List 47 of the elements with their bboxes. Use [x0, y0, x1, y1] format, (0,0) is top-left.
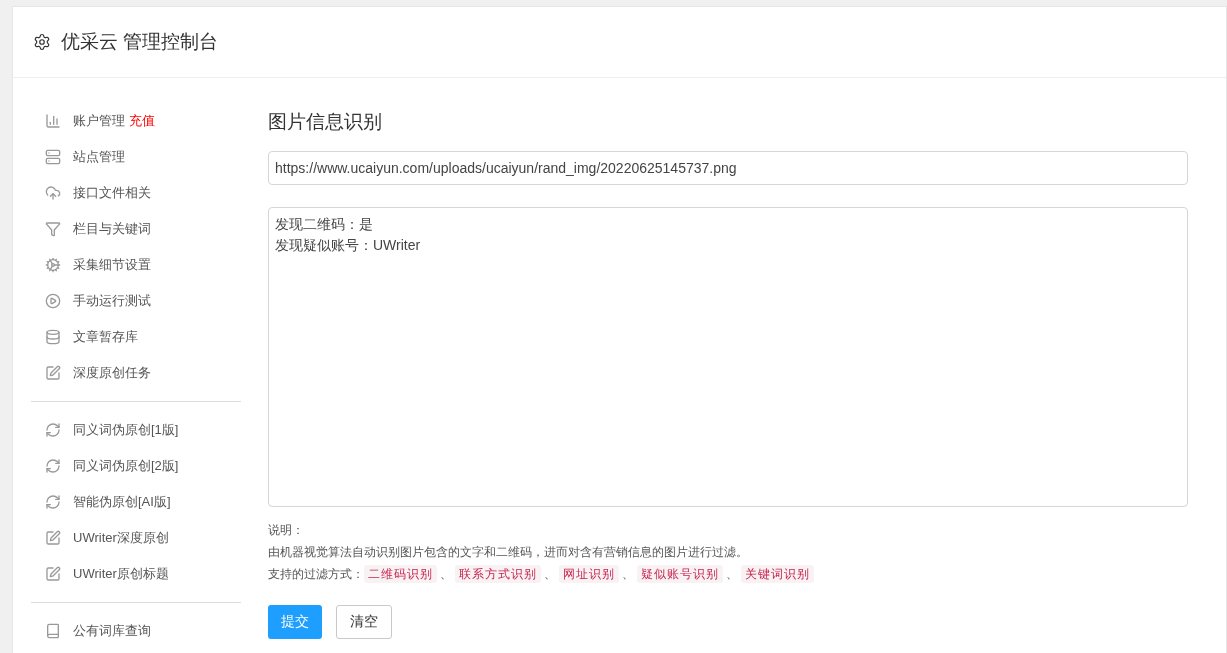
sidebar-item[interactable]: 栏目与关键词: [73, 219, 151, 239]
sidebar-item[interactable]: 同义词伪原创[2版]: [73, 456, 179, 476]
sidebar-item[interactable]: 账户管理: [73, 111, 125, 131]
sidebar-item[interactable]: 接口文件相关: [73, 183, 151, 203]
sidebar-item[interactable]: 智能伪原创[AI版]: [73, 492, 171, 512]
sidebar-item[interactable]: 站点管理: [73, 147, 125, 167]
sidebar-item[interactable]: 公有词库查询: [73, 621, 151, 641]
sidebar-item[interactable]: UWriter深度原创: [73, 528, 169, 548]
sidebar-item[interactable]: 文章暂存库: [73, 327, 138, 347]
settings-icon: [33, 33, 51, 51]
book-icon: [45, 623, 61, 639]
filter-tag: 网址识别: [559, 564, 619, 583]
filter-tag: 联系方式识别: [455, 564, 541, 583]
sidebar-item[interactable]: 手动运行测试: [73, 291, 151, 311]
separator-text: 、: [544, 565, 556, 583]
filter-tag: 关键词识别: [741, 564, 814, 583]
separator-text: 、: [622, 565, 634, 583]
gears-icon: [45, 257, 61, 273]
filter-tag: 疑似账号识别: [637, 564, 723, 583]
result-box[interactable]: 发现二维码：是 发现疑似账号：UWriter: [268, 206, 1188, 507]
clear-button[interactable]: 清空: [336, 604, 392, 639]
filters-label: 支持的过滤方式：: [268, 565, 364, 583]
refresh-icon: [45, 458, 61, 474]
header-title: 优采云 管理控制台: [61, 29, 219, 54]
sidebar-item[interactable]: 采集细节设置: [73, 255, 151, 275]
bar-chart-icon: [45, 113, 61, 129]
sidebar-item[interactable]: 深度原创任务: [73, 363, 151, 383]
sidebar-item[interactable]: 同义词伪原创[1版]: [73, 420, 179, 440]
separator-text: 、: [440, 565, 452, 583]
sidebar-item[interactable]: UWriter原创标题: [73, 564, 169, 584]
server-icon: [45, 149, 61, 165]
refresh-icon: [45, 422, 61, 438]
recharge-link[interactable]: 充值: [129, 111, 155, 131]
edit-icon: [45, 566, 61, 582]
notes-heading: 说明：: [268, 521, 305, 539]
filter-icon: [45, 221, 61, 237]
url-field[interactable]: https://www.ucaiyun.com/uploads/ucaiyun/rand_img/20220625145737.png: [268, 150, 1188, 185]
notes-description: 由机器视觉算法自动识别图片包含的文字和二维码，进而对含有营销信息的图片进行过滤。: [268, 543, 749, 561]
play-icon: [45, 293, 61, 309]
database-icon: [45, 329, 61, 345]
page-title: 图片信息识别: [268, 110, 383, 134]
edit-icon: [45, 530, 61, 546]
separator-text: 、: [726, 565, 738, 583]
filter-tag: 二维码识别: [364, 564, 437, 583]
refresh-icon: [45, 494, 61, 510]
edit-icon: [45, 365, 61, 381]
cloud-upload-icon: [45, 185, 61, 201]
